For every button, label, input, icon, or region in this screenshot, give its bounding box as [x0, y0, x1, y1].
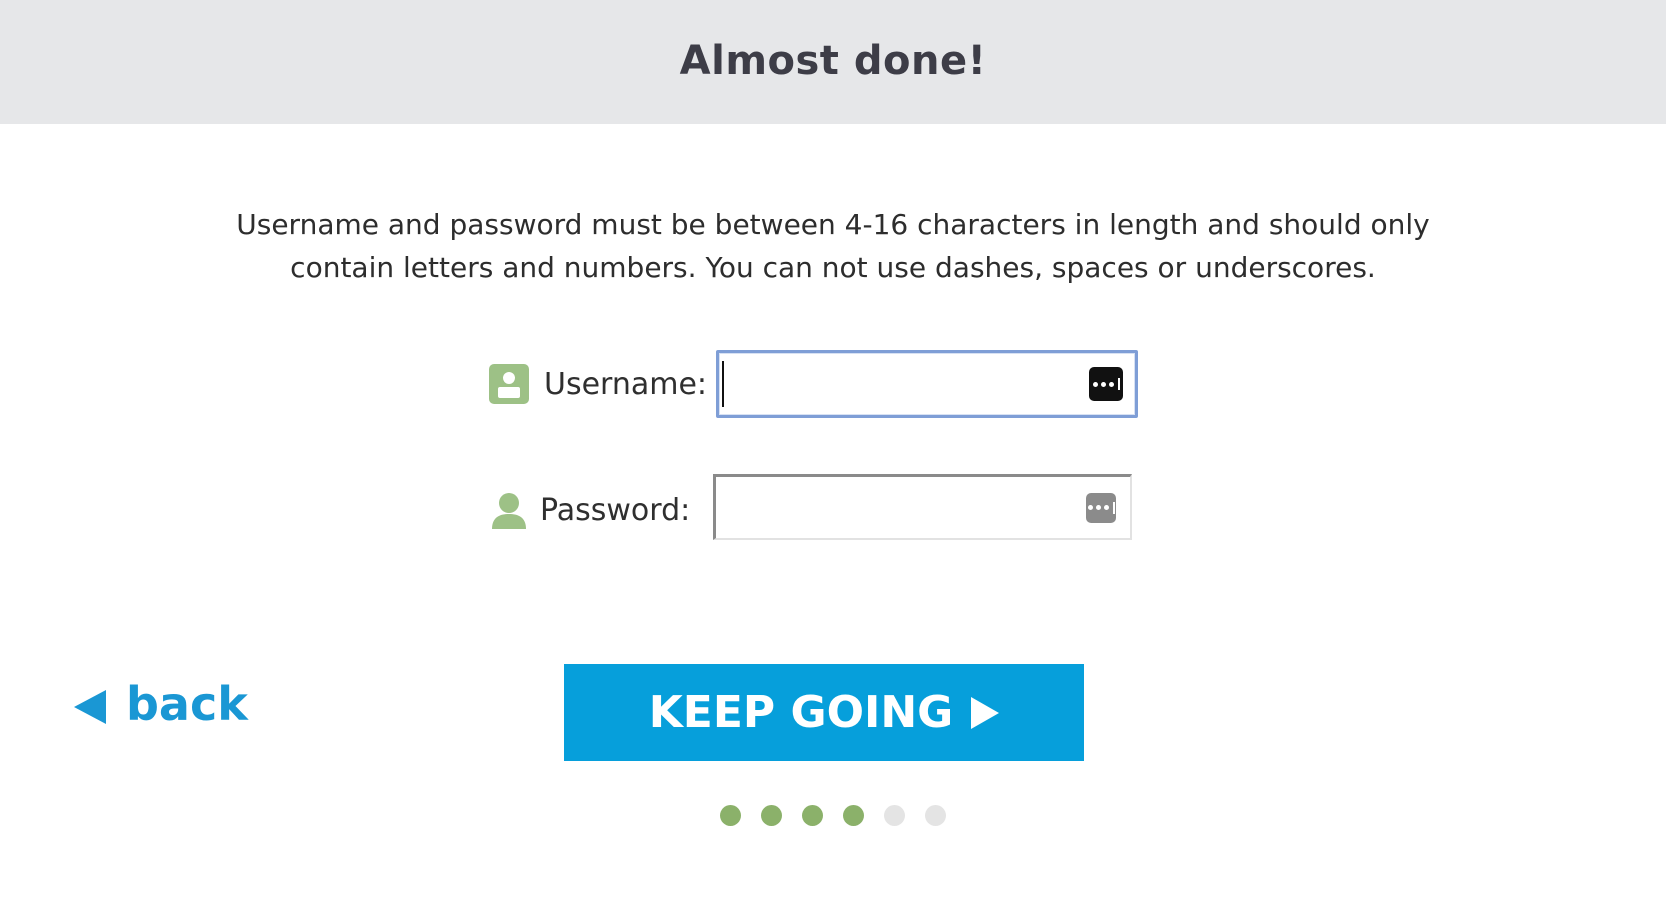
progress-indicator [720, 805, 946, 826]
keyboard-icon[interactable] [1086, 492, 1116, 523]
page-title: Almost done! [679, 38, 987, 84]
password-input[interactable] [716, 477, 1086, 538]
right-arrow-icon [971, 696, 1000, 729]
progress-step-complete [720, 805, 741, 826]
progress-step-complete [802, 805, 823, 826]
username-row: Username: [488, 349, 716, 419]
user-icon [488, 489, 530, 531]
back-label: back [126, 677, 248, 731]
instructions-line-1: Username and password must be between 4-… [236, 208, 1430, 241]
username-field[interactable] [716, 350, 1138, 418]
instructions-text: Username and password must be between 4-… [0, 203, 1666, 289]
password-row: Password: [488, 475, 712, 545]
text-caret [722, 361, 724, 407]
password-label: Password: [540, 492, 691, 528]
header-bar: Almost done! [0, 0, 1666, 124]
signup-page: Almost done! Username and password must … [0, 0, 1666, 900]
progress-step-pending [925, 805, 946, 826]
left-arrow-icon [74, 690, 106, 724]
username-input[interactable] [719, 353, 1089, 415]
progress-step-pending [884, 805, 905, 826]
progress-step-complete [843, 805, 864, 826]
instructions-line-2: contain letters and numbers. You can not… [290, 251, 1376, 284]
keep-going-label: KEEP GOING [648, 687, 954, 738]
back-link[interactable]: back [74, 677, 248, 734]
id-card-icon [488, 363, 530, 405]
keyboard-icon[interactable] [1089, 367, 1123, 401]
password-field[interactable] [713, 474, 1132, 540]
progress-step-complete [761, 805, 782, 826]
username-label: Username: [544, 366, 708, 402]
keep-going-button[interactable]: KEEP GOING [564, 664, 1084, 761]
